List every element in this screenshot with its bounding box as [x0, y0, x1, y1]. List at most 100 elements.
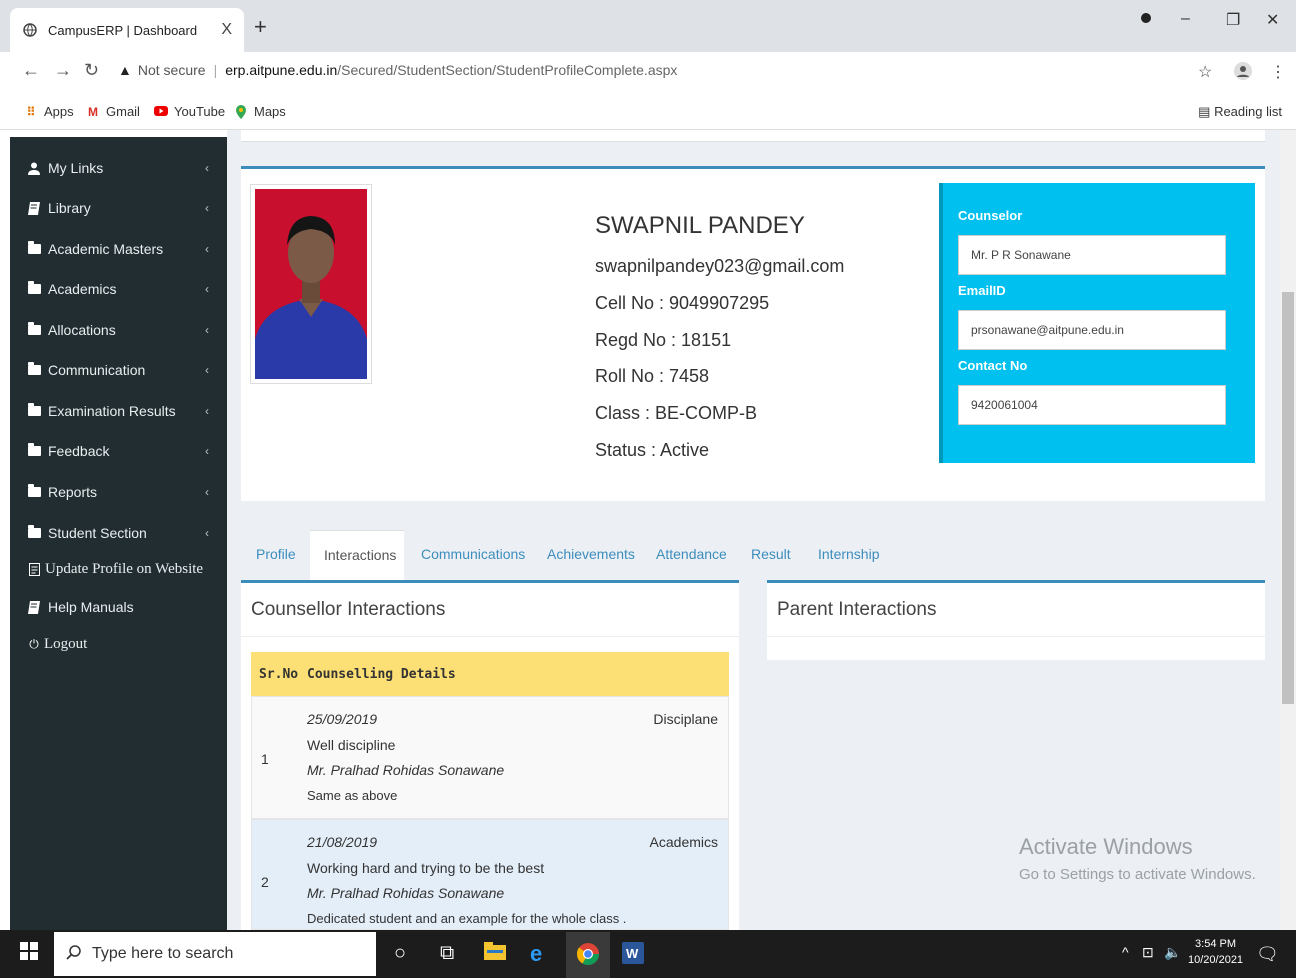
sidebar-item-my-links[interactable]: My Links ‹	[10, 150, 227, 186]
tab-internship[interactable]: Internship	[818, 546, 879, 562]
url-field[interactable]: ▲ Not secure | erp.aitpune.edu.in/Secure…	[118, 62, 677, 78]
chrome-icon	[576, 942, 600, 972]
network-icon[interactable]: ⊡	[1142, 944, 1154, 961]
browser-tab[interactable]: CampusERP | Dashboard X	[10, 8, 244, 52]
reload-icon[interactable]: ↻	[84, 60, 99, 81]
counselor-contact-label: Contact No	[958, 358, 1028, 373]
gmail-icon: M	[88, 104, 98, 119]
account-icon[interactable]	[1234, 62, 1252, 85]
tab-profile[interactable]: Profile	[256, 546, 296, 562]
sidebar-item-academic-masters[interactable]: Academic Masters ‹	[10, 231, 227, 267]
tab-attendance[interactable]: Attendance	[656, 546, 727, 562]
tray-up-arrow-icon[interactable]: ^	[1122, 944, 1129, 960]
windows-start-icon[interactable]	[20, 942, 38, 966]
sidebar-item-library[interactable]: Library ‹	[10, 190, 227, 226]
maps-icon	[234, 104, 248, 119]
folder-icon	[26, 525, 42, 540]
sidebar-item-update-profile[interactable]: Update Profile on Website	[10, 551, 227, 587]
table-row: 2 21/08/2019 Academics Working hard and …	[251, 819, 729, 930]
student-photo	[250, 184, 372, 384]
folder-icon	[26, 443, 42, 458]
url-path: /Secured/StudentSection/StudentProfileCo…	[337, 62, 678, 78]
counselor-email-field[interactable]: prsonawane@aitpune.edu.in	[958, 310, 1226, 350]
folder-icon	[26, 241, 42, 256]
bookmark-maps[interactable]: Maps	[234, 104, 286, 119]
search-placeholder: Type here to search	[92, 945, 234, 962]
student-name: SWAPNIL PANDEY	[595, 212, 805, 239]
chevron-left-icon: ‹	[205, 404, 209, 418]
counselor-contact-field[interactable]: 9420061004	[958, 385, 1226, 425]
book-icon	[26, 600, 42, 614]
folder-icon	[26, 322, 42, 337]
book-icon	[26, 201, 42, 215]
top-box-edge	[241, 130, 1265, 142]
sidebar-item-help-manuals[interactable]: Help Manuals	[10, 589, 227, 625]
reading-list-icon: ▤	[1198, 104, 1211, 119]
file-explorer-icon[interactable]	[484, 942, 506, 966]
student-email: swapnilpandey023@gmail.com	[595, 256, 845, 276]
table-row: 1 25/09/2019 Disciplane Well discipline …	[251, 696, 729, 819]
sidebar-item-allocations[interactable]: Allocations ‹	[10, 312, 227, 348]
sidebar: My Links ‹ Library ‹ Academic Masters ‹ …	[10, 137, 227, 930]
counsellor-interactions-title: Counsellor Interactions	[251, 599, 446, 620]
chrome-taskbar-button[interactable]	[566, 932, 610, 978]
chevron-left-icon: ‹	[205, 161, 209, 175]
cortana-icon[interactable]: ○	[394, 942, 406, 965]
power-icon: ⏻	[29, 636, 39, 651]
url-host: erp.aitpune.edu.in	[225, 62, 338, 78]
globe-icon	[22, 22, 38, 38]
forward-arrow-icon[interactable]: →	[54, 60, 72, 81]
menu-dots-icon[interactable]: ⋮	[1270, 62, 1286, 82]
sidebar-item-logout[interactable]: ⏻ Logout	[10, 626, 227, 662]
new-tab-button[interactable]: +	[254, 14, 267, 40]
tab-result[interactable]: Result	[751, 546, 791, 562]
bookmark-apps[interactable]: ⠿ Apps	[24, 104, 74, 119]
bookmark-youtube[interactable]: YouTube	[154, 104, 225, 119]
chevron-left-icon: ‹	[205, 323, 209, 337]
task-view-icon[interactable]: ⧉	[440, 942, 454, 965]
svg-text:W: W	[626, 946, 639, 961]
tab-achievements[interactable]: Achievements	[547, 546, 635, 562]
sidebar-item-communication[interactable]: Communication ‹	[10, 352, 227, 388]
col-details: Counselling Details	[307, 667, 456, 682]
close-window-icon[interactable]: ✕	[1266, 10, 1279, 30]
box-divider	[241, 636, 739, 637]
tab-title: CampusERP | Dashboard	[48, 22, 198, 38]
tab-interactions[interactable]: Interactions	[310, 530, 404, 582]
folder-icon	[26, 484, 42, 499]
student-status: Status : Active	[595, 440, 710, 460]
student-cell: Cell No : 9049907295	[595, 293, 770, 313]
chevron-left-icon: ‹	[205, 485, 209, 499]
back-arrow-icon[interactable]: ←	[22, 60, 40, 81]
chevron-left-icon: ‹	[205, 444, 209, 458]
chevron-left-icon: ‹	[205, 526, 209, 540]
word-icon[interactable]: W	[622, 942, 644, 970]
search-icon	[66, 944, 82, 965]
sidebar-item-feedback[interactable]: Feedback ‹	[10, 433, 227, 469]
sidebar-item-reports[interactable]: Reports ‹	[10, 474, 227, 510]
taskbar-clock[interactable]: 3:54 PM 10/20/2021	[1188, 936, 1243, 968]
table-header: Sr.No Counselling Details	[251, 652, 729, 696]
star-icon[interactable]: ☆	[1198, 62, 1212, 82]
minimize-icon[interactable]: –	[1181, 10, 1190, 28]
tab-communications[interactable]: Communications	[421, 546, 525, 562]
folder-icon	[26, 362, 42, 377]
not-secure-label: Not secure	[137, 62, 206, 78]
user-icon	[26, 161, 42, 175]
bookmark-gmail[interactable]: M Gmail	[86, 104, 140, 119]
speaker-icon[interactable]: 🔈	[1164, 944, 1181, 961]
counselor-field[interactable]: Mr. P R Sonawane	[958, 235, 1226, 275]
scrollbar-thumb[interactable]	[1282, 292, 1294, 704]
sidebar-item-academics[interactable]: Academics ‹	[10, 271, 227, 307]
sidebar-item-examination-results[interactable]: Examination Results ‹	[10, 393, 227, 429]
taskbar-search[interactable]: Type here to search	[54, 932, 376, 976]
document-icon	[26, 562, 42, 576]
reading-list-button[interactable]: ▤ Reading list	[1198, 104, 1282, 120]
close-tab-icon[interactable]: X	[221, 21, 232, 39]
edge-icon[interactable]: e	[528, 941, 550, 970]
profile-dot-icon[interactable]	[1140, 10, 1152, 29]
sidebar-item-student-section[interactable]: Student Section ‹	[10, 515, 227, 551]
chevron-left-icon: ‹	[205, 282, 209, 296]
restore-icon[interactable]: ❐	[1226, 10, 1240, 30]
notifications-icon[interactable]: 🗨	[1256, 944, 1279, 965]
